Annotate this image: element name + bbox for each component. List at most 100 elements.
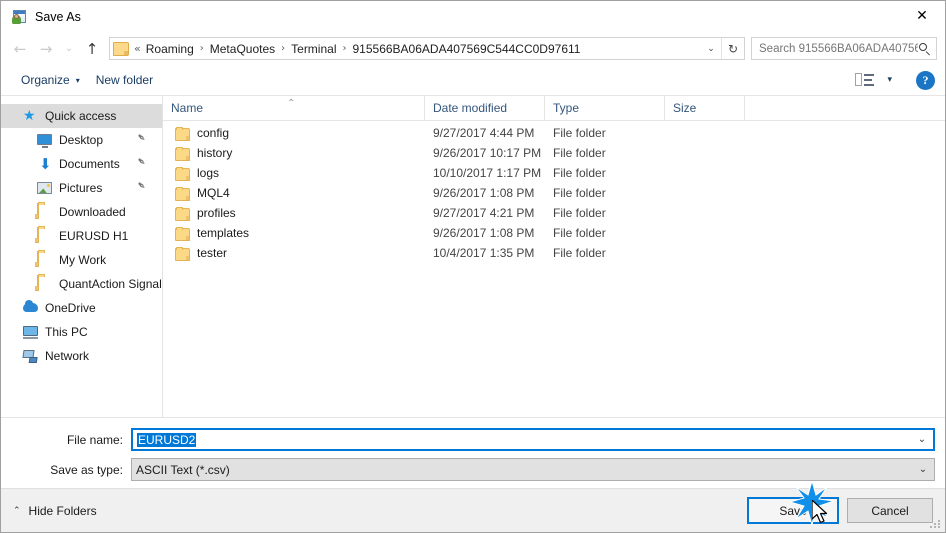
chevron-down-icon[interactable]: ⌄ [911, 434, 933, 445]
pin-icon[interactable]: ✒ [134, 154, 151, 172]
sidebar-item-my-work[interactable]: My Work [1, 248, 162, 272]
folder-icon [37, 203, 53, 220]
folder-icon [175, 246, 190, 261]
folder-icon [175, 226, 190, 241]
desktop-icon [37, 132, 53, 148]
file-name-cell: logs [163, 166, 425, 181]
documents-icon: ⬇ [39, 155, 52, 173]
navigation-bar: ← → ⌄ ↑ « Roaming › MetaQuotes › Termina… [1, 32, 945, 65]
table-row[interactable]: MQL4 9/26/2017 1:08 PM File folder [163, 183, 945, 203]
new-folder-label: New folder [95, 73, 154, 87]
sidebar-item-label: OneDrive [45, 301, 96, 315]
breadcrumb-item-3[interactable]: 915566BA06ADA407569C544CC0D97611 [350, 40, 584, 58]
table-row[interactable]: logs 10/10/2017 1:17 PM File folder [163, 163, 945, 183]
up-button[interactable]: ↑ [79, 36, 105, 62]
back-button[interactable]: ← [7, 36, 33, 62]
cancel-button-label: Cancel [871, 503, 909, 518]
sidebar-item-label: EURUSD H1 [59, 229, 129, 243]
address-bar[interactable]: « Roaming › MetaQuotes › Terminal › 9155… [109, 37, 745, 60]
sidebar-item-this-pc[interactable]: This PC [1, 320, 162, 344]
refresh-button[interactable]: ↻ [721, 38, 744, 59]
file-name-cell: tester [163, 246, 425, 261]
breadcrumb-overflow-icon[interactable]: « [133, 42, 143, 55]
chevron-down-icon: ⌄ [707, 43, 715, 54]
help-icon: ? [922, 72, 929, 87]
file-list-pane: Name ⌃ Date modified Type Size config 9/2… [163, 96, 945, 417]
file-name-label: templates [197, 226, 250, 240]
table-row[interactable]: history 9/26/2017 10:17 PM File folder [163, 143, 945, 163]
column-header-type[interactable]: Type [545, 96, 665, 120]
sidebar-item-quick-access[interactable]: ★ Quick access [1, 104, 162, 128]
close-button[interactable]: ✕ [899, 1, 945, 31]
file-type-cell: File folder [553, 146, 606, 160]
sidebar-item-label: Documents [59, 157, 120, 171]
table-row[interactable]: config 9/27/2017 4:44 PM File folder [163, 123, 945, 143]
column-header-name[interactable]: Name ⌃ [163, 96, 425, 120]
sidebar-item-network[interactable]: Network [1, 344, 162, 368]
sidebar-item-desktop[interactable]: Desktop ✒ [1, 128, 162, 152]
help-button[interactable]: ? [916, 70, 935, 90]
table-row[interactable]: templates 9/26/2017 1:08 PM File folder [163, 223, 945, 243]
file-name-label: profiles [197, 206, 236, 220]
search-icon [918, 42, 932, 56]
save-form: File name: EURUSD2 ⌄ Save as type: ASCII… [1, 417, 945, 488]
sidebar-item-downloaded[interactable]: Downloaded [1, 200, 162, 224]
organize-button[interactable]: Organize ▾ [13, 70, 88, 90]
hide-folders-button[interactable]: ⌃ Hide Folders [13, 504, 97, 518]
filetype-value: ASCII Text (*.csv) [136, 462, 230, 477]
view-options-button[interactable]: ▾ [847, 69, 900, 91]
sidebar-item-label: Pictures [59, 181, 103, 195]
breadcrumb-separator-icon: › [199, 43, 204, 54]
forward-button[interactable]: → [33, 36, 59, 62]
file-name-cell: profiles [163, 206, 425, 221]
breadcrumb-item-0[interactable]: Roaming [143, 40, 197, 58]
file-date-cell: 10/4/2017 1:35 PM [433, 246, 535, 260]
file-type-cell: File folder [553, 206, 606, 220]
column-header-size[interactable]: Size [665, 96, 745, 120]
sidebar-item-label: QuantAction Signal [59, 277, 162, 291]
navigation-sidebar: ★ Quick access Desktop ✒ ⬇ Documents ✒ Pictures… [1, 96, 163, 417]
chevron-down-icon[interactable]: ⌄ [912, 464, 934, 475]
dialog-body: ★ Quick access Desktop ✒ ⬇ Documents ✒ Pictures… [1, 96, 945, 417]
pin-icon[interactable]: ✒ [134, 178, 151, 196]
new-folder-button[interactable]: New folder [88, 70, 161, 90]
breadcrumb-item-2[interactable]: Terminal [288, 40, 339, 58]
recent-locations-button[interactable]: ⌄ [59, 36, 79, 62]
sidebar-item-quantaction-signal[interactable]: QuantAction Signal [1, 272, 162, 296]
filename-value: EURUSD2 [137, 432, 197, 447]
breadcrumb-item-1[interactable]: MetaQuotes [207, 40, 278, 58]
sort-ascending-icon: ⌃ [287, 98, 296, 109]
onedrive-icon [23, 300, 39, 316]
search-box[interactable]: Search 915566BA06ADA40756... [751, 37, 937, 60]
sidebar-item-pictures[interactable]: Pictures ✒ [1, 176, 162, 200]
list-view-icon [855, 72, 875, 88]
table-row[interactable]: profiles 9/27/2017 4:21 PM File folder [163, 203, 945, 223]
filetype-select[interactable]: ASCII Text (*.csv) ⌄ [131, 458, 935, 481]
folder-icon [175, 126, 190, 141]
chevron-down-icon: ▾ [75, 75, 80, 85]
sidebar-item-label: Desktop [59, 133, 104, 147]
chevron-down-icon: ⌄ [64, 43, 74, 54]
file-date-cell: 9/26/2017 1:08 PM [433, 186, 535, 200]
save-button[interactable]: Save [747, 497, 839, 524]
folder-icon [37, 227, 39, 243]
folder-icon [175, 186, 190, 201]
sidebar-item-eurusd-h1[interactable]: EURUSD H1 [1, 224, 162, 248]
folder-icon [175, 146, 190, 161]
window-title: Save As [35, 9, 81, 24]
search-input[interactable]: Search 915566BA06ADA40756... [759, 43, 918, 55]
file-date-cell: 9/27/2017 4:21 PM [433, 206, 535, 220]
pin-icon[interactable]: ✒ [134, 130, 151, 148]
column-header-date-modified[interactable]: Date modified [425, 96, 545, 120]
sidebar-item-label: Downloaded [59, 205, 126, 219]
resize-grip[interactable] [930, 518, 942, 530]
sidebar-item-onedrive[interactable]: OneDrive [1, 296, 162, 320]
cancel-button[interactable]: Cancel [847, 498, 933, 523]
folder-icon [37, 251, 39, 267]
sidebar-item-documents[interactable]: ⬇ Documents ✒ [1, 152, 162, 176]
filename-input[interactable]: EURUSD2 ⌄ [131, 428, 935, 451]
pictures-icon [37, 180, 53, 196]
sidebar-item-label: Network [45, 349, 90, 363]
table-row[interactable]: tester 10/4/2017 1:35 PM File folder [163, 243, 945, 263]
address-dropdown-button[interactable]: ⌄ [701, 38, 721, 59]
